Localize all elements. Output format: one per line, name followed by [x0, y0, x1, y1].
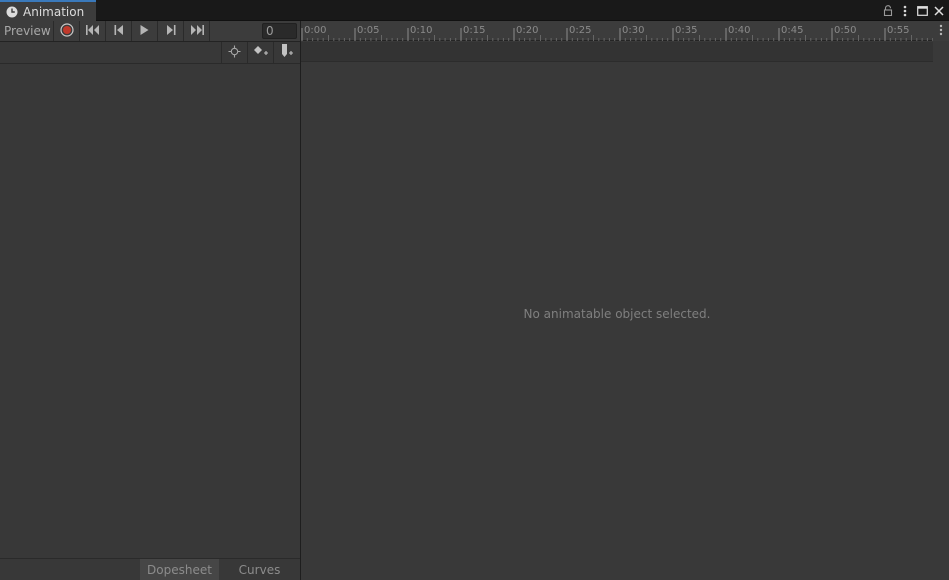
first-key-icon	[85, 24, 100, 38]
timeline-ruler[interactable]: 0:00 0:05 0:10 0:15 0:20 0:25 0:30 0:35 0:40 0:45…	[301, 21, 933, 41]
record-icon	[59, 22, 74, 40]
timeline-tick-label: 0:25	[569, 25, 592, 36]
play-button[interactable]	[132, 21, 158, 41]
kebab-menu-icon[interactable]	[899, 4, 911, 18]
maximize-icon[interactable]	[916, 4, 928, 18]
dopesheet-area: 0:00 0:05 0:10 0:15 0:20 0:25 0:30 0:35 0:40 0:45…	[301, 21, 949, 580]
tab-title: Animation	[23, 4, 85, 19]
timeline-tick-label: 0:10	[410, 25, 433, 36]
timeline-tick-label: 0:00	[304, 25, 327, 36]
kebab-menu-icon	[939, 24, 943, 39]
frame-input[interactable]: 0	[262, 23, 297, 39]
timeline-tick-label: 0:15	[463, 25, 486, 36]
last-key-icon	[190, 24, 204, 38]
timeline-tick-label: 0:30	[622, 25, 645, 36]
window-controls	[882, 2, 945, 19]
prev-key-icon	[114, 24, 124, 38]
timeline-tick-label: 0:05	[357, 25, 380, 36]
event-strip[interactable]	[301, 42, 933, 62]
timeline-tick-label: 0:35	[675, 25, 698, 36]
timeline-tick-label: 0:45	[781, 25, 804, 36]
lock-icon[interactable]	[882, 4, 894, 18]
playback-toolbar: Preview 0	[0, 21, 300, 42]
hierarchy-panel: Preview 0 Dopesheet Curves	[0, 21, 300, 580]
tab-dopesheet[interactable]: Dopesheet	[140, 559, 219, 580]
filter-by-selection-icon	[228, 45, 241, 61]
vertical-scrollbar[interactable]	[933, 42, 949, 580]
filter-by-selection-button[interactable]	[221, 42, 247, 63]
prev-key-button[interactable]	[106, 21, 132, 41]
timeline-tick-label: 0:20	[516, 25, 539, 36]
close-icon[interactable]	[933, 4, 945, 18]
preview-button[interactable]: Preview	[0, 21, 54, 41]
window-tab-bar: Animation	[0, 0, 949, 21]
view-mode-tabs: Dopesheet Curves	[0, 558, 300, 580]
keyframe-toolbar	[0, 42, 300, 64]
play-icon	[140, 24, 149, 38]
next-key-button[interactable]	[158, 21, 184, 41]
add-event-button[interactable]	[273, 42, 299, 63]
timeline-tick-label: 0:55	[887, 25, 910, 36]
tab-curves[interactable]: Curves	[219, 559, 300, 580]
last-key-button[interactable]	[184, 21, 210, 41]
add-keyframe-button[interactable]	[247, 42, 273, 63]
timeline-menu-button[interactable]	[933, 21, 949, 41]
first-key-button[interactable]	[80, 21, 106, 41]
timeline-tick-label: 0:50	[834, 25, 857, 36]
add-event-icon	[280, 44, 293, 61]
record-button[interactable]	[54, 21, 80, 41]
add-keyframe-icon	[253, 45, 268, 60]
timeline-tick-label: 0:40	[728, 25, 751, 36]
empty-state-message: No animatable object selected.	[523, 307, 711, 321]
tab-animation[interactable]: Animation	[0, 0, 96, 21]
clock-icon	[6, 6, 18, 18]
next-key-icon	[166, 24, 176, 38]
